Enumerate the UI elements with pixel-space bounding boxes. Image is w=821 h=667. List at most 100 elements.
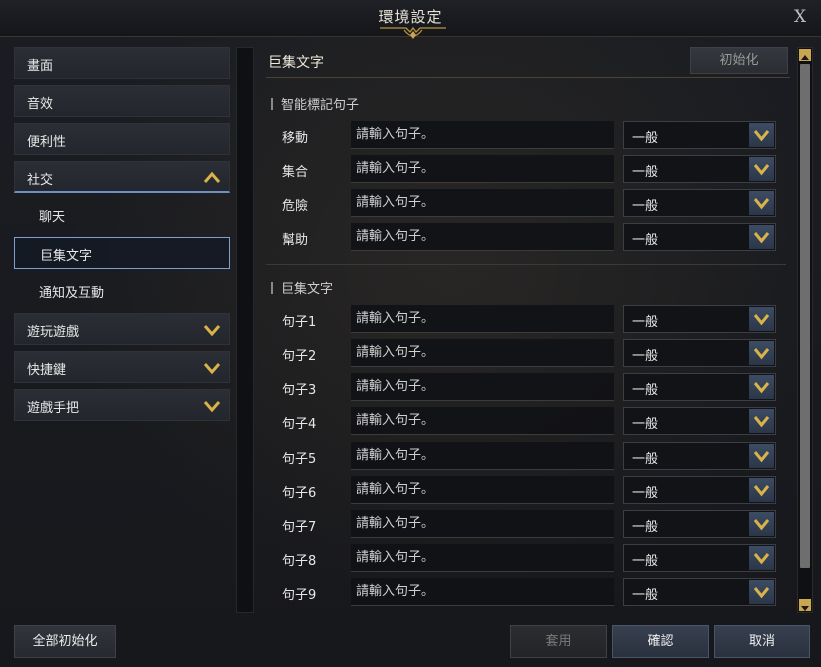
type-select[interactable]: 一般 [623, 223, 776, 251]
chevron-up-icon [203, 171, 221, 183]
row-label: 句子4 [282, 417, 317, 432]
row-label: 集合 [282, 165, 309, 180]
reset-button[interactable]: 初始化 [690, 47, 788, 74]
sentence-input[interactable] [351, 305, 614, 333]
chevron-down-icon [203, 325, 221, 337]
reset-all-button[interactable]: 全部初始化 [14, 625, 116, 658]
macro-row-4: 句子4 一般 [266, 407, 786, 437]
sidebar-subitem-label: 通知及互動 [39, 286, 105, 301]
close-button[interactable]: X [789, 6, 811, 28]
main-panel: 巨集文字 初始化 [266, 47, 790, 78]
sidebar-subitem-chat[interactable]: 聊天 [14, 199, 230, 231]
dropdown-button[interactable] [749, 444, 774, 468]
dropdown-button[interactable] [749, 307, 774, 331]
chevron-down-icon [753, 198, 770, 210]
sidebar-item-convenience[interactable]: 便利性 [14, 123, 230, 155]
sidebar-item-hotkeys[interactable]: 快捷鍵 [14, 351, 230, 383]
row-label: 幫助 [282, 233, 309, 248]
row-label: 危險 [282, 199, 309, 214]
sentence-input[interactable] [351, 373, 614, 401]
scroll-up-arrow[interactable] [799, 49, 811, 61]
type-select[interactable]: 一般 [623, 305, 776, 333]
sidebar-subitem-notifications[interactable]: 通知及互動 [14, 275, 230, 307]
row-label: 句子7 [282, 520, 317, 535]
chevron-down-icon [753, 553, 770, 565]
scroll-thumb[interactable] [800, 64, 810, 568]
sidebar-subitem-macro-text[interactable]: 巨集文字 [14, 237, 230, 269]
smart-row-move: 移動 一般 [266, 121, 786, 151]
type-select[interactable]: 一般 [623, 476, 776, 504]
dropdown-button[interactable] [749, 580, 774, 604]
select-value: 一般 [632, 233, 659, 248]
type-select[interactable]: 一般 [623, 189, 776, 217]
sidebar-item-social[interactable]: 社交 [14, 161, 230, 193]
dropdown-button[interactable] [749, 478, 774, 502]
confirm-button[interactable]: 確認 [612, 625, 709, 658]
sentence-input[interactable] [351, 442, 614, 470]
sidebar-scrollbar[interactable] [236, 47, 254, 613]
dropdown-button[interactable] [749, 546, 774, 570]
sentence-input[interactable] [351, 578, 614, 606]
row-label: 句子3 [282, 383, 317, 398]
sentence-input[interactable] [351, 407, 614, 435]
sentence-input[interactable] [351, 339, 614, 367]
sentence-input[interactable] [351, 223, 614, 251]
section-title-smart-marker: 智能標記句子 [271, 94, 359, 113]
chevron-down-icon [203, 363, 221, 375]
row-label: 句子9 [282, 588, 317, 603]
sidebar-item-gamepad[interactable]: 遊戲手把 [14, 389, 230, 421]
sidebar-item-sound[interactable]: 音效 [14, 85, 230, 117]
chevron-down-icon [801, 606, 809, 611]
dropdown-button[interactable] [749, 157, 774, 181]
row-label: 句子6 [282, 486, 317, 501]
select-value: 一般 [632, 383, 659, 398]
row-label: 句子1 [282, 315, 317, 330]
type-select[interactable]: 一般 [623, 407, 776, 435]
type-select[interactable]: 一般 [623, 578, 776, 606]
type-select[interactable]: 一般 [623, 373, 776, 401]
type-select[interactable]: 一般 [623, 155, 776, 183]
type-select[interactable]: 一般 [623, 510, 776, 538]
sentence-input[interactable] [351, 476, 614, 504]
select-value: 一般 [632, 452, 659, 467]
scroll-down-arrow[interactable] [799, 599, 811, 611]
cancel-button[interactable]: 取消 [714, 625, 810, 658]
dropdown-button[interactable] [749, 375, 774, 399]
sentence-input[interactable] [351, 121, 614, 149]
dropdown-button[interactable] [749, 225, 774, 249]
type-select[interactable]: 一般 [623, 442, 776, 470]
page-title: 巨集文字 [268, 55, 324, 71]
sidebar-item-display[interactable]: 畫面 [14, 47, 230, 79]
dropdown-button[interactable] [749, 512, 774, 536]
dropdown-button[interactable] [749, 409, 774, 433]
type-select[interactable]: 一般 [623, 544, 776, 572]
dropdown-button[interactable] [749, 341, 774, 365]
chevron-down-icon [753, 130, 770, 142]
chevron-down-icon [753, 164, 770, 176]
select-value: 一般 [632, 315, 659, 330]
panel-header: 巨集文字 初始化 [266, 47, 790, 78]
sentence-input[interactable] [351, 155, 614, 183]
sidebar-item-label: 畫面 [27, 59, 54, 74]
sentence-input[interactable] [351, 189, 614, 217]
select-value: 一般 [632, 554, 659, 569]
sentence-input[interactable] [351, 510, 614, 538]
type-select[interactable]: 一般 [623, 339, 776, 367]
select-value: 一般 [632, 520, 659, 535]
macro-row-3: 句子3 一般 [266, 373, 786, 403]
chevron-down-icon [753, 314, 770, 326]
sentence-input[interactable] [351, 544, 614, 572]
chevron-up-icon [801, 55, 809, 60]
sidebar-item-label: 音效 [27, 97, 54, 112]
row-label: 句子8 [282, 554, 317, 569]
dropdown-button[interactable] [749, 123, 774, 147]
select-value: 一般 [632, 417, 659, 432]
sidebar-item-gameplay[interactable]: 遊玩遊戲 [14, 313, 230, 345]
type-select[interactable]: 一般 [623, 121, 776, 149]
sidebar-item-label: 遊玩遊戲 [27, 325, 80, 340]
chevron-down-icon [753, 348, 770, 360]
chevron-down-icon [753, 587, 770, 599]
apply-button[interactable]: 套用 [510, 625, 607, 658]
dropdown-button[interactable] [749, 191, 774, 215]
main-scrollbar[interactable] [797, 47, 813, 613]
